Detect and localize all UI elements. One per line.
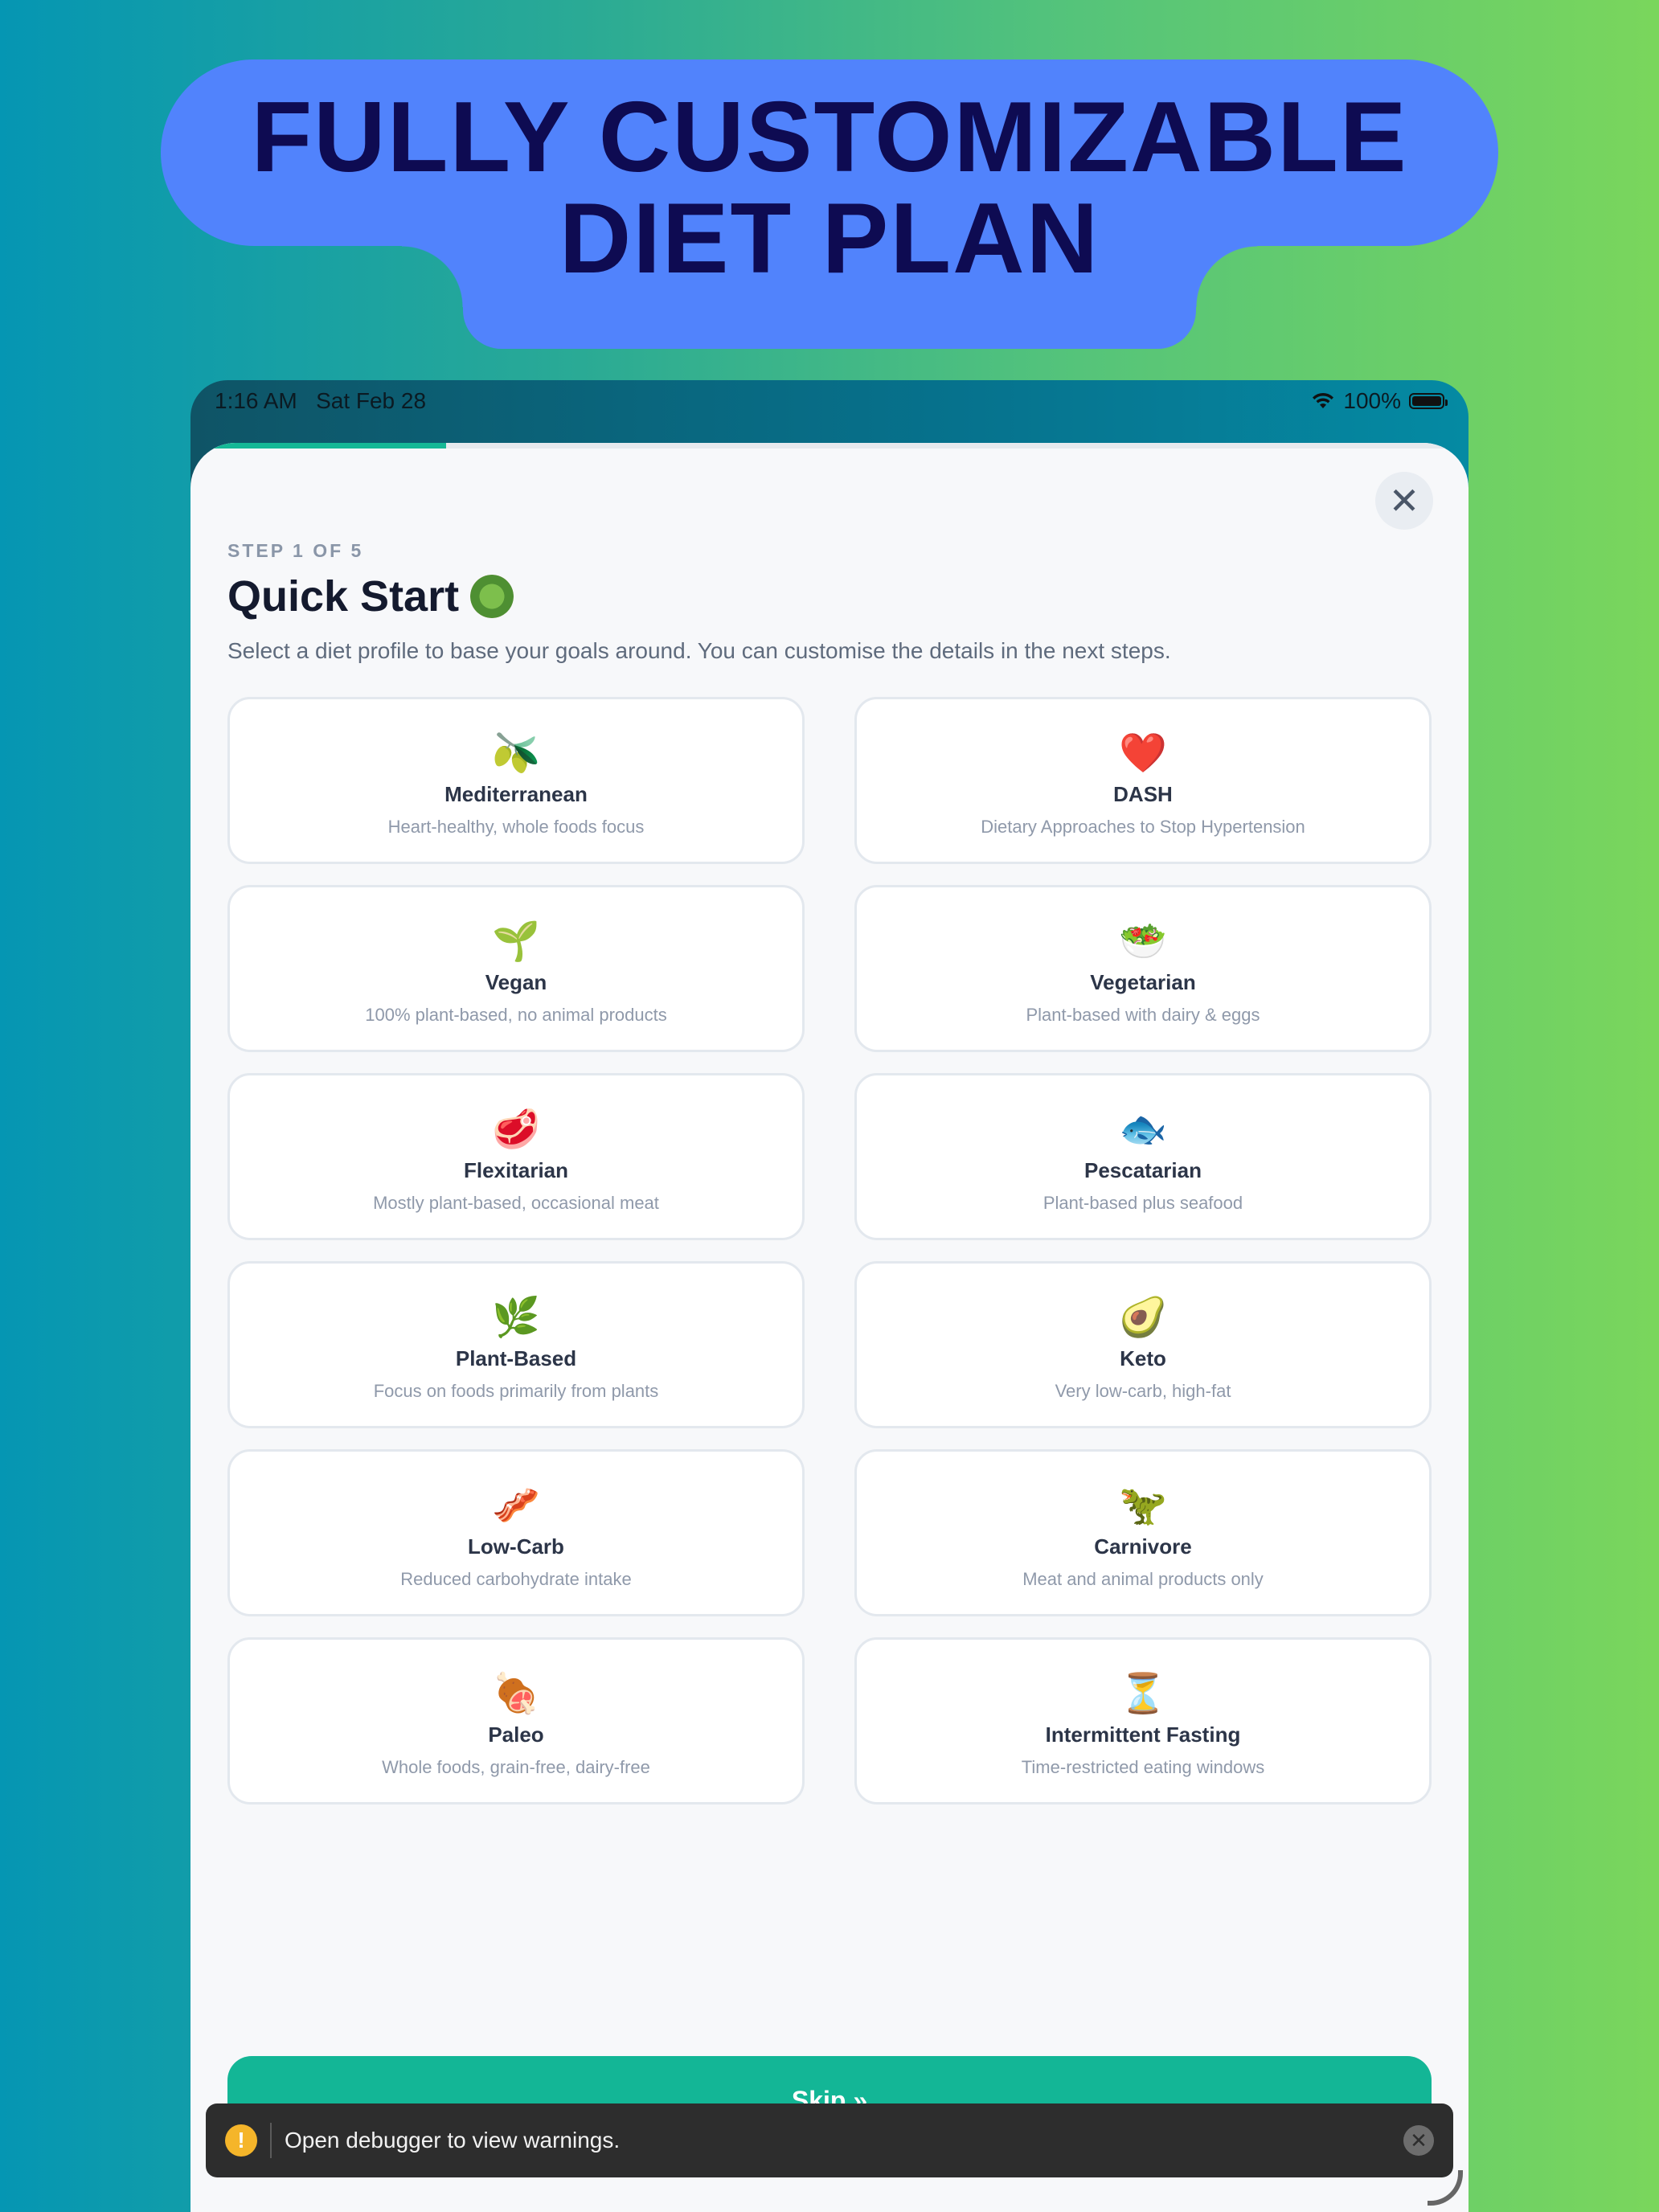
diet-card-description: Dietary Approaches to Stop Hypertension: [981, 816, 1305, 837]
diet-card-description: 100% plant-based, no animal products: [365, 1004, 667, 1025]
fish-icon: 🐟: [1119, 1106, 1167, 1152]
diet-card-description: Whole foods, grain-free, dairy-free: [382, 1756, 650, 1777]
diet-card-description: Heart-healthy, whole foods focus: [387, 816, 645, 837]
close-button[interactable]: ✕: [1375, 472, 1433, 530]
diet-card-vegetarian[interactable]: 🥗 Vegetarian Plant-based with dairy & eggs: [854, 885, 1432, 1052]
headline-text: FULLY CUSTOMIZABLE DIET PLAN: [161, 87, 1498, 289]
olive-icon: 🫒: [492, 730, 540, 776]
avocado-icon: 🥑: [1119, 1294, 1167, 1340]
diet-card-description: Very low-carb, high-fat: [1055, 1380, 1231, 1401]
diet-card-description: Time-restricted eating windows: [1021, 1756, 1265, 1777]
status-date: Sat Feb 28: [316, 388, 427, 413]
steak-icon: 🥩: [492, 1106, 540, 1152]
diet-card-title: Flexitarian: [463, 1157, 569, 1182]
headline-line-2: DIET PLAN: [559, 183, 1100, 294]
diet-card-title: Paleo: [488, 1722, 544, 1747]
diet-card-description: Meat and animal products only: [1022, 1568, 1264, 1589]
step-progress-fill: [190, 443, 446, 449]
diet-card-flexitarian[interactable]: 🥩 Flexitarian Mostly plant-based, occasion…: [227, 1073, 805, 1240]
wifi-icon: [1313, 392, 1334, 408]
dinosaur-icon: 🦖: [1119, 1482, 1167, 1528]
toast-message: Open debugger to view warnings.: [285, 2128, 621, 2153]
page-subtitle: Select a diet profile to base your goals…: [227, 638, 1171, 663]
bacon-icon: 🥓: [492, 1482, 540, 1528]
herb-icon: 🌿: [492, 1294, 540, 1340]
salad-icon: 🥗: [1119, 918, 1167, 964]
diet-card-title: Keto: [1120, 1346, 1166, 1370]
diet-card-pescatarian[interactable]: 🐟 Pescatarian Plant-based plus seafood: [854, 1073, 1432, 1240]
diet-card-title: Vegetarian: [1090, 969, 1196, 994]
headline-line-1: FULLY CUSTOMIZABLE: [251, 82, 1408, 193]
diet-card-description: Plant-based plus seafood: [1043, 1192, 1243, 1213]
debug-warning-toast[interactable]: ! Open debugger to view warnings. ✕: [206, 2103, 1453, 2177]
diet-card-description: Mostly plant-based, occasional meat: [373, 1192, 659, 1213]
diet-card-title: Plant-Based: [455, 1346, 577, 1370]
meat-on-bone-icon: 🍖: [492, 1670, 540, 1716]
page-title: Quick Start: [227, 572, 460, 621]
diet-card-low-carb[interactable]: 🥓 Low-Carb Reduced carbohydrate intake: [227, 1449, 805, 1616]
status-bar: 1:16 AM Sat Feb 28 100%: [190, 380, 1469, 422]
diet-card-carnivore[interactable]: 🦖 Carnivore Meat and animal products only: [854, 1449, 1432, 1616]
salad-icon: [470, 575, 514, 618]
step-label: STEP 1 OF 5: [227, 540, 364, 561]
status-time: 1:16 AM Sat Feb 28: [215, 388, 426, 414]
warning-icon: !: [225, 2124, 257, 2157]
diet-card-title: Pescatarian: [1084, 1157, 1202, 1182]
heart-icon: ❤️: [1119, 730, 1167, 776]
seedling-icon: 🌱: [492, 918, 540, 964]
title-row: Quick Start: [227, 571, 514, 621]
diet-card-title: DASH: [1113, 781, 1173, 806]
step-progress-bar: [190, 443, 1469, 449]
diet-card-title: Intermittent Fasting: [1045, 1722, 1241, 1747]
diet-card-keto[interactable]: 🥑 Keto Very low-carb, high-fat: [854, 1261, 1432, 1428]
diet-card-plant-based[interactable]: 🌿 Plant-Based Focus on foods primarily fro…: [227, 1261, 805, 1428]
diet-card-dash[interactable]: ❤️ DASH Dietary Approaches to Stop Hyperte…: [854, 697, 1432, 864]
close-icon: ✕: [1388, 480, 1420, 522]
onboarding-sheet: ✕ STEP 1 OF 5 Quick Start Select a diet …: [190, 443, 1469, 2212]
toast-divider: [270, 2123, 272, 2158]
status-indicators: 100%: [1311, 388, 1448, 414]
diet-card-vegan[interactable]: 🌱 Vegan 100% plant-based, no animal produc…: [227, 885, 805, 1052]
battery-icon: [1409, 393, 1448, 409]
dismiss-toast-button[interactable]: ✕: [1403, 2125, 1434, 2156]
diet-card-title: Mediterranean: [444, 781, 588, 806]
diet-card-description: Reduced carbohydrate intake: [400, 1568, 632, 1589]
diet-card-intermittent-fasting[interactable]: ⏳ Intermittent Fasting Time-restricted eat…: [854, 1637, 1432, 1804]
diet-card-description: Focus on foods primarily from plants: [373, 1380, 659, 1401]
diet-profile-grid: 🫒 Mediterranean Heart-healthy, whole foods…: [227, 697, 1432, 1804]
diet-card-description: Plant-based with dairy & eggs: [1026, 1004, 1260, 1025]
diet-card-paleo[interactable]: 🍖 Paleo Whole foods, grain-free, dairy-fre…: [227, 1637, 805, 1804]
diet-card-title: Vegan: [485, 969, 547, 994]
diet-card-mediterranean[interactable]: 🫒 Mediterranean Heart-healthy, whole foods…: [227, 697, 805, 864]
diet-card-title: Low-Carb: [468, 1534, 564, 1559]
device-screen: 1:16 AM Sat Feb 28 100% ✕ STEP 1 OF 5 Qu…: [190, 380, 1469, 2212]
battery-percent: 100%: [1343, 388, 1401, 413]
diet-card-title: Carnivore: [1094, 1534, 1192, 1559]
hourglass-icon: ⏳: [1119, 1670, 1167, 1716]
status-clock: 1:16 AM: [215, 388, 297, 413]
